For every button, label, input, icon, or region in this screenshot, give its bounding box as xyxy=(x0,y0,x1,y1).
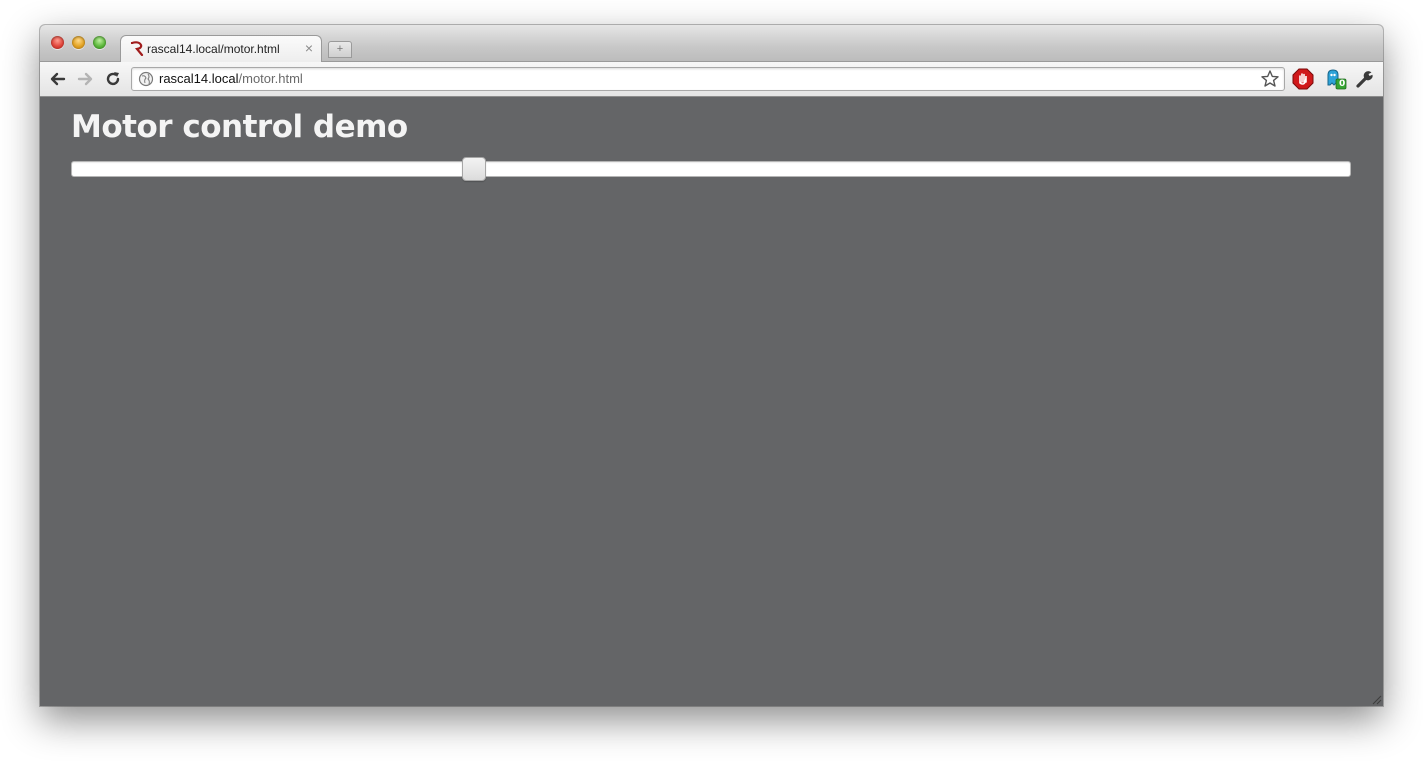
address-bar[interactable]: rascal14.local/motor.html xyxy=(131,67,1285,91)
globe-icon xyxy=(138,71,154,87)
new-tab-button[interactable]: + xyxy=(328,41,352,58)
back-button[interactable] xyxy=(47,68,69,90)
browser-toolbar: rascal14.local/motor.html 0 xyxy=(40,62,1383,97)
tab-close-icon[interactable]: × xyxy=(305,40,313,56)
adblock-extension-button[interactable] xyxy=(1292,68,1314,90)
close-window-button[interactable] xyxy=(51,36,64,49)
rascal-logo-icon xyxy=(130,41,144,56)
minimize-window-button[interactable] xyxy=(72,36,85,49)
settings-wrench-button[interactable] xyxy=(1354,68,1376,90)
url-text[interactable]: rascal14.local/motor.html xyxy=(159,71,303,86)
maximize-window-button[interactable] xyxy=(93,36,106,49)
wrench-icon xyxy=(1356,71,1373,88)
forward-button[interactable] xyxy=(74,68,96,90)
ghostery-extension-button[interactable]: 0 xyxy=(1325,68,1347,90)
motor-slider-track[interactable] xyxy=(71,161,1351,177)
url-path: /motor.html xyxy=(238,71,303,86)
stop-hand-icon xyxy=(1292,68,1314,90)
reload-button[interactable] xyxy=(102,68,124,90)
reload-icon xyxy=(106,72,120,86)
ghost-badge-count: 0 xyxy=(1339,79,1346,89)
resize-grip-icon[interactable] xyxy=(1371,694,1382,705)
star-icon[interactable] xyxy=(1260,69,1280,89)
page-title: Motor control demo xyxy=(71,109,408,145)
arrow-right-icon xyxy=(77,72,93,86)
browser-window: rascal14.local/motor.html × + rascal14.l… xyxy=(40,25,1383,706)
tab-title: rascal14.local/motor.html xyxy=(147,42,280,56)
url-host: rascal14.local xyxy=(159,71,239,86)
page-content: Motor control demo xyxy=(40,97,1383,706)
title-bar: rascal14.local/motor.html × + xyxy=(40,25,1383,63)
tab-motor[interactable]: rascal14.local/motor.html × xyxy=(120,35,322,63)
motor-slider-handle[interactable] xyxy=(462,157,487,181)
arrow-left-icon xyxy=(50,72,66,86)
